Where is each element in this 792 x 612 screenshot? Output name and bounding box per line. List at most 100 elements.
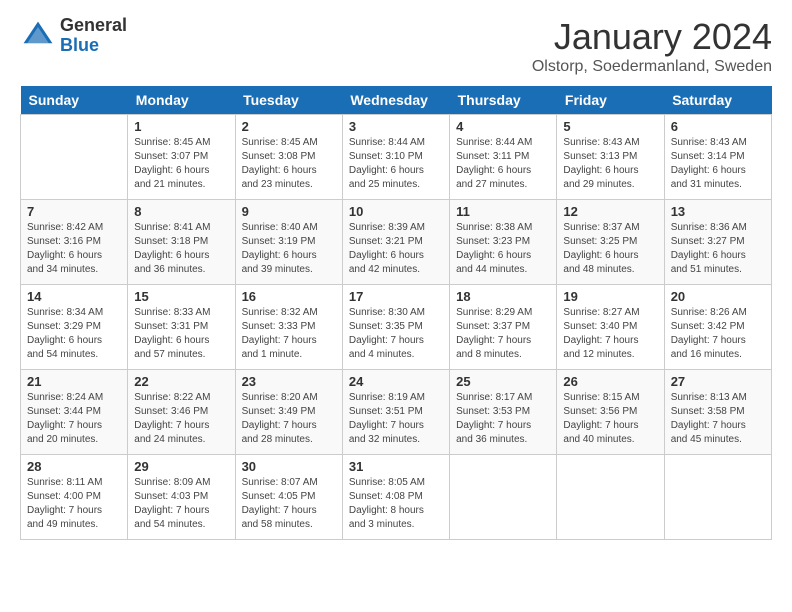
day-number: 29 [134, 459, 228, 474]
logo-text: General Blue [60, 16, 127, 56]
day-info: Sunrise: 8:11 AM Sunset: 4:00 PM Dayligh… [27, 476, 121, 532]
calendar-cell: 20Sunrise: 8:26 AM Sunset: 3:42 PM Dayli… [664, 285, 771, 370]
day-header-friday: Friday [557, 86, 664, 115]
day-info: Sunrise: 8:24 AM Sunset: 3:44 PM Dayligh… [27, 391, 121, 447]
day-number: 5 [563, 119, 657, 134]
logo: General Blue [20, 16, 127, 56]
day-info: Sunrise: 8:42 AM Sunset: 3:16 PM Dayligh… [27, 221, 121, 277]
day-header-monday: Monday [128, 86, 235, 115]
calendar-cell: 21 Sunrise: 8:24 AM Sunset: 3:44 PM Dayli… [21, 370, 128, 455]
day-info: Sunrise: 8:36 AM Sunset: 3:27 PM Dayligh… [671, 221, 765, 277]
day-number: 4 [456, 119, 550, 134]
day-info: Sunrise: 8:38 AM Sunset: 3:23 PM Dayligh… [456, 221, 550, 277]
day-number: 17 [349, 289, 443, 304]
calendar-cell: 31 Sunrise: 8:05 AM Sunset: 4:08 PM Dayli… [342, 455, 449, 540]
week-row-1: 1 Sunrise: 8:45 AM Sunset: 3:07 PM Daylig… [21, 115, 772, 200]
day-number: 26 [563, 374, 657, 389]
calendar-cell: 26 Sunrise: 8:15 AM Sunset: 3:56 PM Dayli… [557, 370, 664, 455]
calendar-cell: 3Sunrise: 8:44 AM Sunset: 3:10 PM Daylig… [342, 115, 449, 200]
day-number: 18 [456, 289, 550, 304]
calendar-cell: 11Sunrise: 8:38 AM Sunset: 3:23 PM Dayli… [450, 200, 557, 285]
day-number: 12 [563, 204, 657, 219]
calendar-cell: 12Sunrise: 8:37 AM Sunset: 3:25 PM Dayli… [557, 200, 664, 285]
calendar-cell: 6 Sunrise: 8:43 AM Sunset: 3:14 PM Daylig… [664, 115, 771, 200]
calendar-cell [664, 455, 771, 540]
calendar-cell: 22 Sunrise: 8:22 AM Sunset: 3:46 PM Dayli… [128, 370, 235, 455]
day-number: 14 [27, 289, 121, 304]
calendar-cell: 9 Sunrise: 8:40 AM Sunset: 3:19 PM Daylig… [235, 200, 342, 285]
calendar-cell [450, 455, 557, 540]
day-number: 25 [456, 374, 550, 389]
day-number: 6 [671, 119, 765, 134]
calendar-cell: 1 Sunrise: 8:45 AM Sunset: 3:07 PM Daylig… [128, 115, 235, 200]
calendar-cell: 28 Sunrise: 8:11 AM Sunset: 4:00 PM Dayli… [21, 455, 128, 540]
main-container: General Blue January 2024 Olstorp, Soede… [0, 0, 792, 550]
day-info: Sunrise: 8:05 AM Sunset: 4:08 PM Dayligh… [349, 476, 443, 532]
day-number: 28 [27, 459, 121, 474]
calendar-cell: 25 Sunrise: 8:17 AM Sunset: 3:53 PM Dayli… [450, 370, 557, 455]
calendar-cell: 17 Sunrise: 8:30 AM Sunset: 3:35 PM Dayli… [342, 285, 449, 370]
day-number: 24 [349, 374, 443, 389]
day-info: Sunrise: 8:26 AM Sunset: 3:42 PM Dayligh… [671, 306, 765, 362]
calendar-cell: 5 Sunrise: 8:43 AM Sunset: 3:13 PM Daylig… [557, 115, 664, 200]
day-info: Sunrise: 8:13 AM Sunset: 3:58 PM Dayligh… [671, 391, 765, 447]
logo-blue-text: Blue [60, 36, 127, 56]
day-number: 13 [671, 204, 765, 219]
day-info: Sunrise: 8:40 AM Sunset: 3:19 PM Dayligh… [242, 221, 336, 277]
day-info: Sunrise: 8:22 AM Sunset: 3:46 PM Dayligh… [134, 391, 228, 447]
calendar-cell: 8Sunrise: 8:41 AM Sunset: 3:18 PM Daylig… [128, 200, 235, 285]
day-header-sunday: Sunday [21, 86, 128, 115]
day-number: 23 [242, 374, 336, 389]
day-info: Sunrise: 8:17 AM Sunset: 3:53 PM Dayligh… [456, 391, 550, 447]
calendar-cell: 13 Sunrise: 8:36 AM Sunset: 3:27 PM Dayli… [664, 200, 771, 285]
calendar-cell: 10 Sunrise: 8:39 AM Sunset: 3:21 PM Dayli… [342, 200, 449, 285]
calendar-cell: 23 Sunrise: 8:20 AM Sunset: 3:49 PM Dayli… [235, 370, 342, 455]
calendar-cell: 14 Sunrise: 8:34 AM Sunset: 3:29 PM Dayli… [21, 285, 128, 370]
calendar-cell: 19 Sunrise: 8:27 AM Sunset: 3:40 PM Dayli… [557, 285, 664, 370]
day-number: 15 [134, 289, 228, 304]
calendar-cell: 24 Sunrise: 8:19 AM Sunset: 3:51 PM Dayli… [342, 370, 449, 455]
day-header-tuesday: Tuesday [235, 86, 342, 115]
day-info: Sunrise: 8:33 AM Sunset: 3:31 PM Dayligh… [134, 306, 228, 362]
calendar-cell: 15 Sunrise: 8:33 AM Sunset: 3:31 PM Dayli… [128, 285, 235, 370]
day-number: 16 [242, 289, 336, 304]
day-info: Sunrise: 8:07 AM Sunset: 4:05 PM Dayligh… [242, 476, 336, 532]
day-info: Sunrise: 8:19 AM Sunset: 3:51 PM Dayligh… [349, 391, 443, 447]
week-row-4: 21 Sunrise: 8:24 AM Sunset: 3:44 PM Dayli… [21, 370, 772, 455]
day-info: Sunrise: 8:34 AM Sunset: 3:29 PM Dayligh… [27, 306, 121, 362]
day-info: Sunrise: 8:29 AM Sunset: 3:37 PM Dayligh… [456, 306, 550, 362]
day-number: 7 [27, 204, 121, 219]
day-info: Sunrise: 8:27 AM Sunset: 3:40 PM Dayligh… [563, 306, 657, 362]
calendar-cell: 29Sunrise: 8:09 AM Sunset: 4:03 PM Dayli… [128, 455, 235, 540]
day-info: Sunrise: 8:43 AM Sunset: 3:14 PM Dayligh… [671, 136, 765, 192]
week-row-5: 28 Sunrise: 8:11 AM Sunset: 4:00 PM Dayli… [21, 455, 772, 540]
header: General Blue January 2024 Olstorp, Soede… [20, 16, 772, 76]
day-info: Sunrise: 8:30 AM Sunset: 3:35 PM Dayligh… [349, 306, 443, 362]
day-number: 31 [349, 459, 443, 474]
days-header-row: SundayMondayTuesdayWednesdayThursdayFrid… [21, 86, 772, 115]
week-row-2: 7 Sunrise: 8:42 AM Sunset: 3:16 PM Daylig… [21, 200, 772, 285]
day-number: 19 [563, 289, 657, 304]
day-number: 9 [242, 204, 336, 219]
day-number: 22 [134, 374, 228, 389]
day-number: 27 [671, 374, 765, 389]
calendar-cell: 18 Sunrise: 8:29 AM Sunset: 3:37 PM Dayli… [450, 285, 557, 370]
day-info: Sunrise: 8:39 AM Sunset: 3:21 PM Dayligh… [349, 221, 443, 277]
logo-icon [20, 18, 56, 54]
day-info: Sunrise: 8:15 AM Sunset: 3:56 PM Dayligh… [563, 391, 657, 447]
day-number: 21 [27, 374, 121, 389]
day-number: 1 [134, 119, 228, 134]
day-number: 10 [349, 204, 443, 219]
day-info: Sunrise: 8:45 AM Sunset: 3:07 PM Dayligh… [134, 136, 228, 192]
day-info: Sunrise: 8:20 AM Sunset: 3:49 PM Dayligh… [242, 391, 336, 447]
day-number: 30 [242, 459, 336, 474]
day-info: Sunrise: 8:32 AM Sunset: 3:33 PM Dayligh… [242, 306, 336, 362]
calendar-cell: 27 Sunrise: 8:13 AM Sunset: 3:58 PM Dayli… [664, 370, 771, 455]
day-info: Sunrise: 8:43 AM Sunset: 3:13 PM Dayligh… [563, 136, 657, 192]
calendar-cell: 2Sunrise: 8:45 AM Sunset: 3:08 PM Daylig… [235, 115, 342, 200]
day-info: Sunrise: 8:45 AM Sunset: 3:08 PM Dayligh… [242, 136, 336, 192]
day-header-saturday: Saturday [664, 86, 771, 115]
calendar-cell: 16 Sunrise: 8:32 AM Sunset: 3:33 PM Dayli… [235, 285, 342, 370]
calendar-table: SundayMondayTuesdayWednesdayThursdayFrid… [20, 86, 772, 540]
month-title: January 2024 [532, 16, 772, 58]
